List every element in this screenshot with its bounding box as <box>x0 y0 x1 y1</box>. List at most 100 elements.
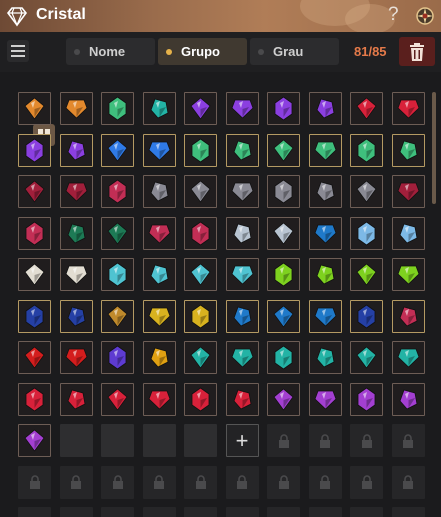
crystal-slot[interactable] <box>308 92 342 125</box>
crystal-slot[interactable] <box>101 133 134 167</box>
crystal-slot[interactable] <box>308 299 342 333</box>
crystal-slot[interactable] <box>267 341 300 374</box>
crystal-slot[interactable] <box>225 92 259 125</box>
crystal-slot[interactable] <box>225 216 259 250</box>
crystal-slot[interactable] <box>59 258 93 291</box>
crystal-slot[interactable] <box>142 133 176 167</box>
crystal-slot[interactable] <box>184 258 217 291</box>
scrollbar[interactable] <box>432 92 436 204</box>
crystal-slot[interactable] <box>142 299 176 333</box>
crystal-slot[interactable] <box>267 382 300 416</box>
crystal-slot[interactable] <box>59 299 93 333</box>
crystal-slot[interactable] <box>350 341 383 374</box>
crystal-slot[interactable] <box>59 341 93 374</box>
crystal-slot[interactable] <box>101 216 134 250</box>
crystal-slot[interactable] <box>391 92 425 125</box>
crystal-slot[interactable] <box>225 175 259 208</box>
crystal-slot[interactable] <box>308 382 342 416</box>
crystal-slot[interactable] <box>59 216 93 250</box>
crystal-slot[interactable] <box>308 216 342 250</box>
crystal-slot[interactable] <box>101 258 134 291</box>
crystal-slot[interactable] <box>18 216 51 250</box>
crystal-icon <box>150 181 168 202</box>
crystal-slot[interactable] <box>267 175 300 208</box>
crystal-slot[interactable] <box>184 133 217 167</box>
crystal-slot[interactable] <box>142 341 176 374</box>
crystal-slot[interactable] <box>308 175 342 208</box>
sort-by-name-button[interactable]: Nome <box>66 38 155 65</box>
crystal-slot[interactable] <box>184 216 217 250</box>
lock-icon <box>278 433 289 448</box>
crystal-slot[interactable] <box>308 133 342 167</box>
crystal-slot[interactable] <box>101 382 134 416</box>
crystal-slot[interactable] <box>59 175 93 208</box>
crystal-slot[interactable] <box>18 258 51 291</box>
empty-slot[interactable] <box>184 424 217 457</box>
crystal-slot[interactable] <box>391 382 425 416</box>
crystal-slot[interactable] <box>350 258 383 291</box>
crystal-slot[interactable] <box>391 258 425 291</box>
crystal-slot[interactable] <box>101 175 134 208</box>
crystal-slot[interactable] <box>350 92 383 125</box>
crystal-slot[interactable] <box>350 175 383 208</box>
crystal-slot[interactable] <box>18 424 51 457</box>
sort-by-grade-button[interactable]: Grau <box>250 38 339 65</box>
add-slot-button[interactable]: + <box>225 424 259 457</box>
crystal-slot[interactable] <box>308 341 342 374</box>
crystal-slot[interactable] <box>225 341 259 374</box>
crystal-slot[interactable] <box>391 216 425 250</box>
crystal-slot[interactable] <box>267 258 300 291</box>
crystal-slot[interactable] <box>142 216 176 250</box>
crystal-icon <box>65 182 87 202</box>
crystal-slot[interactable] <box>18 341 51 374</box>
crystal-slot[interactable] <box>101 92 134 125</box>
crystal-slot[interactable] <box>391 133 425 167</box>
crystal-slot[interactable] <box>308 258 342 291</box>
gear-icon[interactable] <box>413 4 437 28</box>
crystal-slot[interactable] <box>184 299 217 333</box>
crystal-slot[interactable] <box>142 258 176 291</box>
crystal-slot[interactable] <box>18 299 51 333</box>
help-icon[interactable]: ? <box>388 4 399 26</box>
crystal-slot[interactable] <box>101 341 134 374</box>
crystal-slot[interactable] <box>142 175 176 208</box>
locked-slot <box>267 507 300 517</box>
crystal-slot[interactable] <box>18 92 51 125</box>
crystal-slot[interactable] <box>391 175 425 208</box>
crystal-slot[interactable] <box>184 341 217 374</box>
crystal-slot[interactable] <box>59 382 93 416</box>
crystal-slot[interactable] <box>350 216 383 250</box>
crystal-slot[interactable] <box>391 299 425 333</box>
crystal-slot[interactable] <box>142 92 176 125</box>
crystal-slot[interactable] <box>225 133 259 167</box>
crystal-slot[interactable] <box>18 133 51 167</box>
crystal-slot[interactable] <box>142 382 176 416</box>
crystal-slot[interactable] <box>225 258 259 291</box>
crystal-slot[interactable] <box>101 299 134 333</box>
crystal-slot[interactable] <box>18 382 51 416</box>
delete-button[interactable] <box>399 37 435 66</box>
crystal-slot[interactable] <box>225 382 259 416</box>
crystal-icon <box>273 304 294 328</box>
crystal-slot[interactable] <box>267 92 300 125</box>
crystal-slot[interactable] <box>59 133 93 167</box>
crystal-slot[interactable] <box>59 92 93 125</box>
crystal-slot[interactable] <box>184 382 217 416</box>
crystal-slot[interactable] <box>18 175 51 208</box>
crystal-slot[interactable] <box>391 341 425 374</box>
crystal-slot[interactable] <box>267 299 300 333</box>
crystal-slot[interactable] <box>225 299 259 333</box>
empty-slot[interactable] <box>142 424 176 457</box>
list-view-button[interactable] <box>7 40 29 62</box>
crystal-slot[interactable] <box>184 175 217 208</box>
sort-by-group-button[interactable]: Grupo <box>158 38 247 65</box>
crystal-slot[interactable] <box>267 216 300 250</box>
crystal-slot[interactable] <box>350 382 383 416</box>
crystal-slot[interactable] <box>350 133 383 167</box>
crystal-slot[interactable] <box>267 133 300 167</box>
empty-slot[interactable] <box>101 424 134 457</box>
crystal-slot[interactable] <box>350 299 383 333</box>
crystal-icon <box>274 262 293 287</box>
empty-slot[interactable] <box>59 424 93 457</box>
crystal-slot[interactable] <box>184 92 217 125</box>
